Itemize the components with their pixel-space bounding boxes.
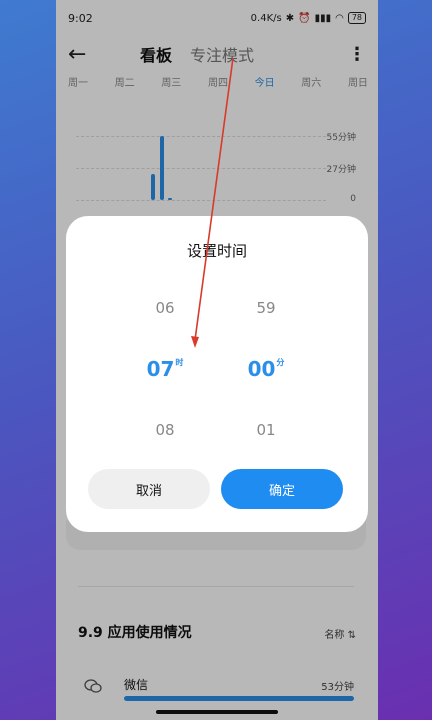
minute-selected[interactable]: 00分	[226, 354, 306, 384]
confirm-button[interactable]: 确定	[221, 469, 343, 509]
minute-prev[interactable]: 59	[226, 298, 306, 318]
minute-next[interactable]: 01	[226, 420, 306, 440]
hour-selected[interactable]: 07时	[125, 354, 205, 384]
minute-picker[interactable]: 59 00分 01	[226, 298, 306, 440]
hour-value: 07	[146, 357, 175, 381]
dialog-title: 设置时间	[186, 242, 247, 260]
cancel-button[interactable]: 取消	[88, 469, 210, 509]
minute-unit: 分	[276, 358, 285, 367]
hour-prev[interactable]: 06	[125, 298, 205, 318]
set-time-dialog: 设置时间 06 07时 08 59 00分 01 取消 确定	[66, 216, 368, 532]
minute-value: 00	[247, 357, 276, 381]
hour-picker[interactable]: 06 07时 08	[125, 298, 205, 440]
hour-next[interactable]: 08	[125, 420, 205, 440]
hour-unit: 时	[175, 358, 184, 367]
